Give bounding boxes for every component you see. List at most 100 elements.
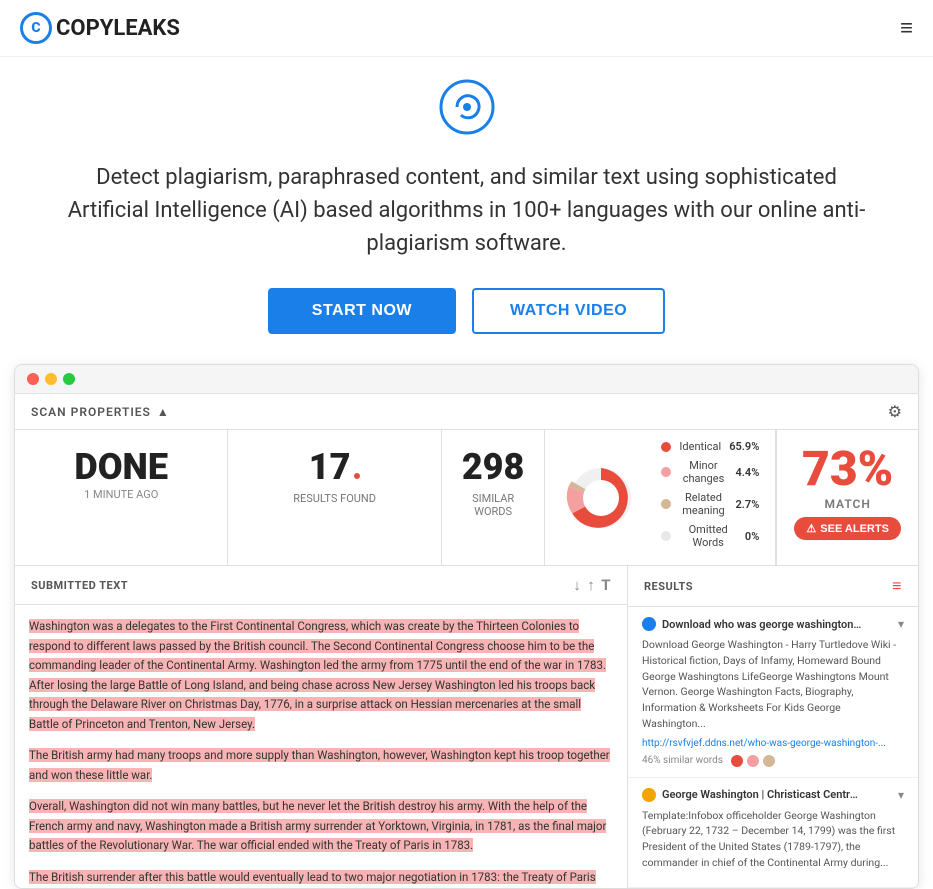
result-card-header: George Washington | Christicast Central … xyxy=(642,788,904,802)
result-favicon xyxy=(642,617,656,631)
result-card: Download who was george washington c... … xyxy=(628,607,918,778)
hero-description: Detect plagiarism, paraphrased content, … xyxy=(60,161,873,260)
result-body: Template:Infobox officeholder George Was… xyxy=(642,808,904,871)
chevron-up-icon: ▲ xyxy=(157,405,170,419)
pie-chart xyxy=(561,458,641,538)
result-expand-icon[interactable]: ▾ xyxy=(898,617,904,631)
match-percentage: 73% xyxy=(787,440,908,497)
text-paragraph: The British army had many troops and mor… xyxy=(29,746,613,785)
stat-similar-label: SIMILAR WORDS xyxy=(462,492,525,518)
stat-match: 73% MATCH ⚠ SEE ALERTS xyxy=(776,430,918,565)
legend-item: Identical 65.9% xyxy=(661,440,759,453)
result-body: Download George Washington - Harry Turtl… xyxy=(642,637,904,732)
text-paragraph: Overall, Washington did not win many bat… xyxy=(29,797,613,856)
stat-results-value: 17 xyxy=(309,446,351,488)
stat-similar-value: 298 xyxy=(462,446,525,488)
submitted-text-header: SUBMITTED TEXT ↓ ↑ T xyxy=(15,566,627,605)
header: C COPYLEAKS ≡ xyxy=(0,0,933,57)
submitted-text-panel: SUBMITTED TEXT ↓ ↑ T Washington was a de… xyxy=(15,566,628,888)
result-title-row: Download who was george washington c... … xyxy=(662,617,904,631)
legend-dot xyxy=(661,499,671,509)
legend-label: Omitted Words xyxy=(679,523,737,549)
demo-window: SCAN PROPERTIES ▲ ⚙ DONE 1 MINUTE AGO 17… xyxy=(14,364,919,889)
legend-item: Related meaning 2.7% xyxy=(661,491,759,517)
similarity-dots xyxy=(731,755,775,767)
legend-value: 4.4% xyxy=(736,466,760,479)
legend-item: Omitted Words 0% xyxy=(661,523,759,549)
chart-section: Identical 65.9% Minor changes 4.4% Relat… xyxy=(545,430,775,565)
scan-properties-title: SCAN PROPERTIES ▲ xyxy=(31,405,170,419)
logo-text: COPYLEAKS xyxy=(56,16,180,41)
window-titlebar xyxy=(15,365,918,394)
text-paragraph: Washington was a delegates to the First … xyxy=(29,617,613,734)
stat-similar-chart: 298 SIMILAR WORDS xyxy=(442,430,777,565)
results-label: RESULTS xyxy=(644,580,693,593)
titlebar-dot-yellow xyxy=(45,373,57,385)
highlighted-text: The British army had many troops and mor… xyxy=(29,748,610,782)
stat-done: DONE 1 MINUTE AGO xyxy=(15,430,228,565)
result-favicon xyxy=(642,788,656,802)
logo-circle: C xyxy=(20,12,52,44)
result-expand-icon[interactable]: ▾ xyxy=(898,788,904,802)
result-title-row: George Washington | Christicast Central … xyxy=(662,788,904,802)
stat-done-time: 1 MINUTE AGO xyxy=(35,488,207,501)
hero-icon xyxy=(60,77,873,149)
stat-done-value: DONE xyxy=(35,446,207,488)
legend-dot xyxy=(661,442,671,452)
legend-value: 0% xyxy=(745,530,759,543)
hamburger-menu[interactable]: ≡ xyxy=(900,15,913,41)
hero-buttons: START NOW WATCH VIDEO xyxy=(60,288,873,334)
legend-items: Identical 65.9% Minor changes 4.4% Relat… xyxy=(661,440,759,555)
legend-dot xyxy=(661,531,671,541)
panel-header-actions: ↓ ↑ T xyxy=(573,576,611,594)
hero-section: Detect plagiarism, paraphrased content, … xyxy=(0,57,933,364)
arrow-up-icon[interactable]: ↑ xyxy=(587,576,595,594)
stat-similar: 298 SIMILAR WORDS xyxy=(442,430,546,565)
red-dot-icon xyxy=(354,473,360,479)
titlebar-dot-green xyxy=(63,373,75,385)
stat-results-row: 17 xyxy=(248,446,420,488)
result-footer: 46% similar words xyxy=(642,755,904,767)
results-panel: RESULTS ≡ Download who was george washin… xyxy=(628,566,918,888)
stat-results: 17 RESULTS FOUND xyxy=(228,430,441,565)
watch-video-button[interactable]: WATCH VIDEO xyxy=(472,288,665,334)
content-area: SUBMITTED TEXT ↓ ↑ T Washington was a de… xyxy=(15,566,918,888)
legend-label: Identical xyxy=(679,440,721,453)
legend-value: 2.7% xyxy=(736,498,760,511)
legend-label: Minor changes xyxy=(679,459,727,485)
titlebar-dot-red xyxy=(27,373,39,385)
results-header: RESULTS ≡ xyxy=(628,566,918,607)
similarity-label: 46% similar words xyxy=(642,755,723,766)
submitted-text-label: SUBMITTED TEXT xyxy=(31,579,128,592)
filter-icon[interactable]: ≡ xyxy=(892,576,902,596)
start-now-button[interactable]: START NOW xyxy=(268,288,456,334)
result-card: George Washington | Christicast Central … xyxy=(628,778,918,888)
text-format-icon[interactable]: T xyxy=(601,576,611,594)
legend-item: Minor changes 4.4% xyxy=(661,459,759,485)
scan-properties-bar: SCAN PROPERTIES ▲ ⚙ xyxy=(15,394,918,430)
legend-label: Related meaning xyxy=(679,491,727,517)
results-cards-container: Download who was george washington c... … xyxy=(628,607,918,888)
similarity-dot xyxy=(763,755,775,767)
arrow-down-icon[interactable]: ↓ xyxy=(573,576,581,594)
stats-row: DONE 1 MINUTE AGO 17 RESULTS FOUND 298 S… xyxy=(15,430,918,566)
legend-dot xyxy=(661,467,671,477)
text-paragraph: The British surrender after this battle … xyxy=(29,868,613,885)
submitted-text-content: Washington was a delegates to the First … xyxy=(15,605,627,885)
result-title[interactable]: Download who was george washington c... xyxy=(662,618,862,631)
similarity-dot xyxy=(731,755,743,767)
result-title[interactable]: George Washington | Christicast Central … xyxy=(662,788,862,801)
see-alerts-button[interactable]: ⚠ SEE ALERTS xyxy=(794,517,901,540)
stat-results-label: RESULTS FOUND xyxy=(248,492,420,505)
match-label: MATCH xyxy=(787,497,908,511)
highlighted-text: Overall, Washington did not win many bat… xyxy=(29,799,606,852)
legend-value: 65.9% xyxy=(729,440,759,453)
result-link[interactable]: http://rsvfvjef.ddns.net/who-was-george-… xyxy=(642,738,904,749)
gear-icon[interactable]: ⚙ xyxy=(888,402,902,421)
result-card-header: Download who was george washington c... … xyxy=(642,617,904,631)
logo[interactable]: C COPYLEAKS xyxy=(20,12,180,44)
similarity-dot xyxy=(747,755,759,767)
highlighted-text: Washington was a delegates to the First … xyxy=(29,619,606,731)
highlighted-text: The British surrender after this battle … xyxy=(29,870,604,885)
alert-icon: ⚠ xyxy=(806,522,816,535)
